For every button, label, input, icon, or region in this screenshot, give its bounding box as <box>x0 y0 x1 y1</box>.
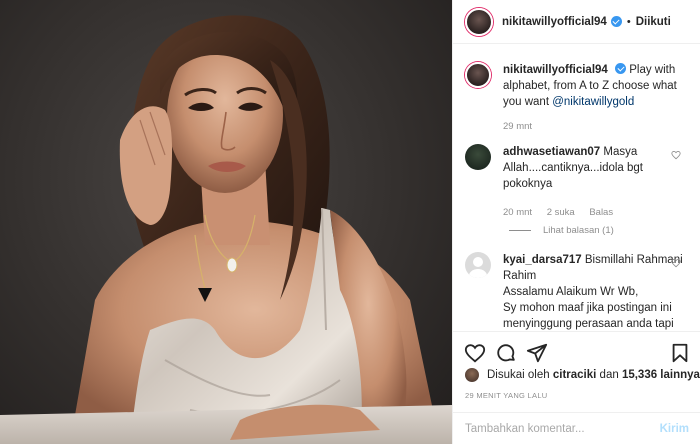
post-header: nikitawillyofficial94 • Diikuti <box>453 0 700 44</box>
post-comment-button[interactable]: Kirim <box>660 423 689 435</box>
caption-username[interactable]: nikitawillyofficial94 <box>503 64 608 76</box>
post-photo[interactable] <box>0 0 452 444</box>
share-icon[interactable] <box>526 342 548 364</box>
verified-icon <box>615 63 627 74</box>
action-bar <box>453 331 700 371</box>
replies-divider <box>509 230 531 231</box>
comment-text-line2: Assalamu Alaikum Wr Wb, <box>503 286 639 298</box>
bookmark-icon[interactable] <box>669 342 691 364</box>
comment-body: kyai_darsa717 Bismillahi Rahmani Rahim A… <box>503 252 687 330</box>
view-replies-label: Lihat balasan (1) <box>543 225 614 236</box>
comment-heart-icon[interactable] <box>671 258 681 268</box>
likes-summary: Disukai oleh citraciki dan 15,336 lainny… <box>465 368 700 382</box>
post-sidebar: nikitawillyofficial94 • Diikuti nikitawi… <box>452 0 700 444</box>
following-button[interactable]: Diikuti <box>636 16 671 28</box>
heart-icon[interactable] <box>464 342 486 364</box>
caption-mention[interactable]: @nikitawillygold <box>552 96 634 108</box>
comment-body: adhwasetiawan07 Masya Allah....cantiknya… <box>503 144 687 221</box>
comment-heart-icon[interactable] <box>671 150 681 160</box>
author-username[interactable]: nikitawillyofficial94 <box>502 16 607 28</box>
caption-time[interactable]: 29 mnt <box>503 121 532 132</box>
likes-conj: dan <box>599 369 619 381</box>
post-timestamp[interactable]: 29 MENIT YANG LALU <box>465 391 548 400</box>
comment-input[interactable] <box>465 422 645 435</box>
comment-icon[interactable] <box>495 342 517 364</box>
commenter-avatar[interactable] <box>465 252 491 278</box>
caption: nikitawillyofficial94 Play with alphabet… <box>465 62 691 135</box>
verified-icon <box>610 16 622 27</box>
comment-username[interactable]: adhwasetiawan07 <box>503 146 600 158</box>
comment-item: adhwasetiawan07 Masya Allah....cantiknya… <box>465 144 691 221</box>
comment-text-line3: Sy mohon maaf jika postingan ini menying… <box>503 302 674 330</box>
liker-avatar[interactable] <box>465 368 479 382</box>
add-comment-bar: Kirim <box>453 412 700 444</box>
comment-meta: 20 mnt 2 suka Balas <box>503 205 687 221</box>
comments-list[interactable]: nikitawillyofficial94 Play with alphabet… <box>453 45 700 330</box>
commenter-avatar[interactable] <box>465 144 491 170</box>
comment-time[interactable]: 20 mnt <box>503 207 532 218</box>
comment-item: kyai_darsa717 Bismillahi Rahmani Rahim A… <box>465 252 691 330</box>
liker-username[interactable]: citraciki <box>553 369 596 381</box>
view-replies-button[interactable]: Lihat balasan (1) <box>509 225 614 236</box>
likes-prefix: Disukai oleh <box>487 369 550 381</box>
comment-likes[interactable]: 2 suka <box>547 207 575 218</box>
author-avatar[interactable] <box>465 7 493 36</box>
portrait-illustration <box>0 15 452 444</box>
comment-reply-button[interactable]: Balas <box>589 207 613 218</box>
likes-count[interactable]: 15,336 lainnya <box>622 369 700 381</box>
caption-body: nikitawillyofficial94 Play with alphabet… <box>503 62 687 135</box>
instagram-post: nikitawillyofficial94 • Diikuti nikitawi… <box>0 0 700 444</box>
caption-meta: 29 mnt <box>503 119 687 135</box>
comment-username[interactable]: kyai_darsa717 <box>503 254 582 266</box>
header-separator: • <box>626 15 631 28</box>
caption-avatar[interactable] <box>465 62 491 88</box>
